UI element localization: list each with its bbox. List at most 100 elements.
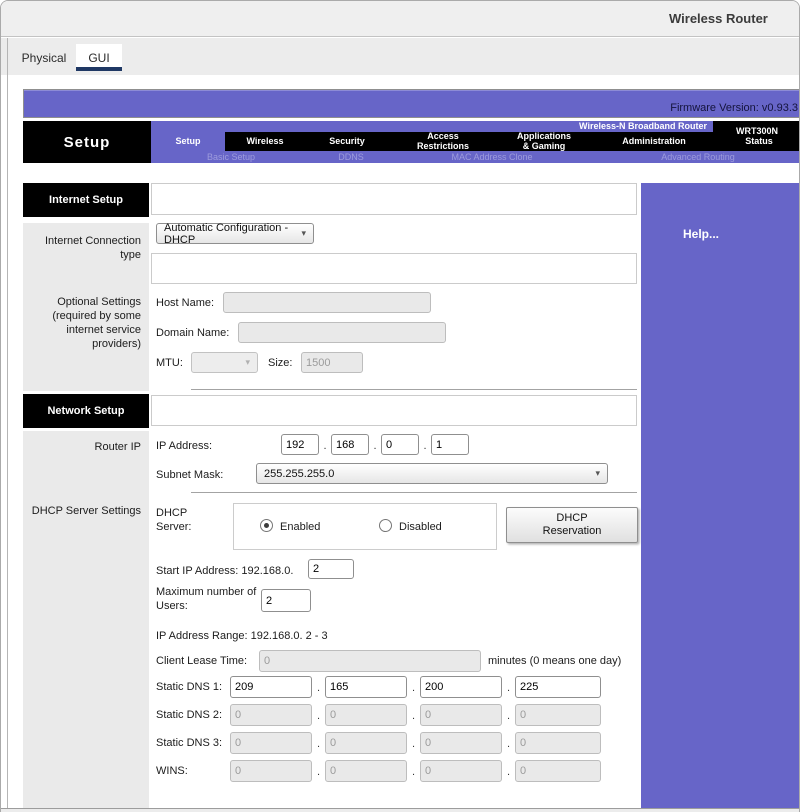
lease-time-label: Client Lease Time:	[156, 654, 247, 668]
octet-separator	[407, 734, 420, 752]
ip-address-label: IP Address:	[156, 439, 212, 453]
nav-right: Wireless-N Broadband Router WRT300N Setu…	[151, 121, 800, 163]
basic-setup-page: Internet Setup Network Setup Internet Co…	[23, 183, 800, 808]
static-dns-1-octet-3[interactable]	[420, 676, 502, 698]
help-link[interactable]: Help...	[683, 227, 719, 241]
internet-setup-header: Internet Setup	[23, 183, 149, 217]
mtu-size-label: Size:	[268, 356, 292, 370]
static-dns-3-row: Static DNS 3:	[156, 732, 601, 754]
tab-gui-label: GUI	[88, 51, 109, 65]
active-tab-underline	[76, 67, 122, 71]
start-ip-label: Start IP Address: 192.168.0.	[156, 564, 293, 578]
static-dns-1-octet-1[interactable]	[230, 676, 312, 698]
static-dns-2-octet-4	[515, 704, 601, 726]
model-number: WRT300N	[736, 126, 778, 136]
left-panel-network	[23, 431, 149, 808]
static-dns-2-octet-3	[420, 704, 502, 726]
router-ip-octet-1[interactable]	[281, 434, 319, 455]
mtu-label: MTU:	[156, 356, 183, 370]
static-dns-1-label: Static DNS 1:	[156, 681, 230, 693]
router-ip-octet-2[interactable]	[331, 434, 369, 455]
sub-link-advanced-routing[interactable]: Advanced Routing	[661, 151, 735, 163]
max-users-label: Maximum number of Users:	[156, 585, 261, 613]
mtu-select	[191, 352, 258, 373]
nav-tab-status-label: Status	[745, 137, 773, 147]
router-ip-side-label: Router IP	[23, 440, 141, 454]
lease-time-input	[259, 650, 481, 672]
host-name-input	[223, 292, 431, 313]
static-dns-2-octet-1	[230, 704, 312, 726]
nav-tab-administration-label: Administration	[622, 137, 686, 147]
wins-octet-1	[230, 760, 312, 782]
subnet-mask-select[interactable]: 255.255.255.0	[256, 463, 608, 484]
dhcp-server-label: DHCP Server:	[156, 506, 216, 534]
octet-separator	[407, 678, 420, 696]
static-dns-2-row: Static DNS 2:	[156, 704, 601, 726]
internet-connection-type-select[interactable]: Automatic Configuration - DHCP	[156, 223, 314, 244]
nav-tab-row: Setup Wireless Security Access Restricti…	[151, 132, 800, 151]
wins-octet-3	[420, 760, 502, 782]
model-box: WRT300N	[713, 121, 800, 132]
help-sidebar: Help...	[641, 183, 800, 808]
octet-separator	[502, 762, 515, 780]
nav-tab-access-restrictions-label: Access Restrictions	[412, 132, 474, 151]
router-ip-octet-3[interactable]	[381, 434, 419, 455]
network-setup-header: Network Setup	[23, 394, 149, 428]
sub-link-basic-setup[interactable]: Basic Setup	[207, 151, 255, 163]
dhcp-settings-side-label: DHCP Server Settings	[23, 504, 141, 518]
octet-separator	[369, 436, 381, 454]
static-dns-3-octet-3	[420, 732, 502, 754]
nav-tab-access-restrictions[interactable]: Access Restrictions	[389, 132, 497, 151]
nav-tab-wireless[interactable]: Wireless	[225, 132, 305, 151]
bottom-strip	[1, 808, 800, 812]
octet-separator	[407, 706, 420, 724]
lease-time-suffix: minutes (0 means one day)	[488, 654, 621, 668]
connection-detail-box	[151, 253, 637, 284]
static-dns-2-octet-2	[325, 704, 407, 726]
octet-separator	[312, 734, 325, 752]
nav-tab-administration[interactable]: Administration	[591, 132, 717, 151]
page-title-box: Setup	[23, 121, 151, 163]
sub-link-ddns[interactable]: DDNS	[338, 151, 364, 163]
octet-separator	[502, 734, 515, 752]
dhcp-enabled-radio[interactable]	[260, 519, 273, 532]
sub-link-mac-address-clone[interactable]: MAC Address Clone	[451, 151, 532, 163]
start-ip-input[interactable]	[308, 559, 354, 579]
connection-type-side-label: Internet Connection type	[23, 234, 141, 262]
divider	[191, 389, 637, 390]
internet-setup-box	[151, 183, 637, 215]
dhcp-enabled-label: Enabled	[280, 521, 320, 533]
dhcp-reservation-button[interactable]: DHCP Reservation	[506, 507, 638, 543]
static-dns-1-row: Static DNS 1:	[156, 676, 601, 698]
subnet-mask-label: Subnet Mask:	[156, 468, 223, 482]
tab-physical-label: Physical	[22, 51, 67, 65]
dhcp-disabled-radio[interactable]	[379, 519, 392, 532]
dhcp-reservation-button-label: DHCP Reservation	[529, 512, 615, 538]
router-ip-octet-4[interactable]	[431, 434, 469, 455]
static-dns-1-octet-4[interactable]	[515, 676, 601, 698]
octet-separator	[312, 706, 325, 724]
wireless-router-window: Wireless Router Physical GUI Firmware Ve…	[0, 0, 800, 812]
router-ip-octets	[281, 434, 469, 455]
tab-physical[interactable]: Physical	[13, 44, 75, 71]
nav-tab-security[interactable]: Security	[305, 132, 389, 151]
router-nav: Setup Wireless-N Broadband Router WRT300…	[23, 121, 800, 163]
static-dns-1-octet-2[interactable]	[325, 676, 407, 698]
octet-separator	[407, 762, 420, 780]
static-dns-3-octet-2	[325, 732, 407, 754]
nav-tab-setup-label: Setup	[175, 137, 200, 147]
nav-tab-setup[interactable]: Setup	[151, 132, 225, 151]
static-dns-3-label: Static DNS 3:	[156, 737, 230, 749]
static-dns-3-octet-4	[515, 732, 601, 754]
octet-separator	[312, 762, 325, 780]
firmware-version: Firmware Version: v0.93.3	[670, 102, 798, 114]
wins-octet-2	[325, 760, 407, 782]
sub-nav-row: Basic Setup DDNS MAC Address Clone Advan…	[151, 151, 800, 163]
page-title: Setup	[64, 134, 111, 151]
optional-settings-side-label: Optional Settings (required by some inte…	[23, 295, 141, 351]
domain-name-input	[238, 322, 446, 343]
wins-label: WINS:	[156, 765, 230, 777]
max-users-input[interactable]	[261, 589, 311, 612]
static-dns-3-octet-1	[230, 732, 312, 754]
nav-tab-applications-gaming[interactable]: Applications & Gaming	[497, 132, 591, 151]
